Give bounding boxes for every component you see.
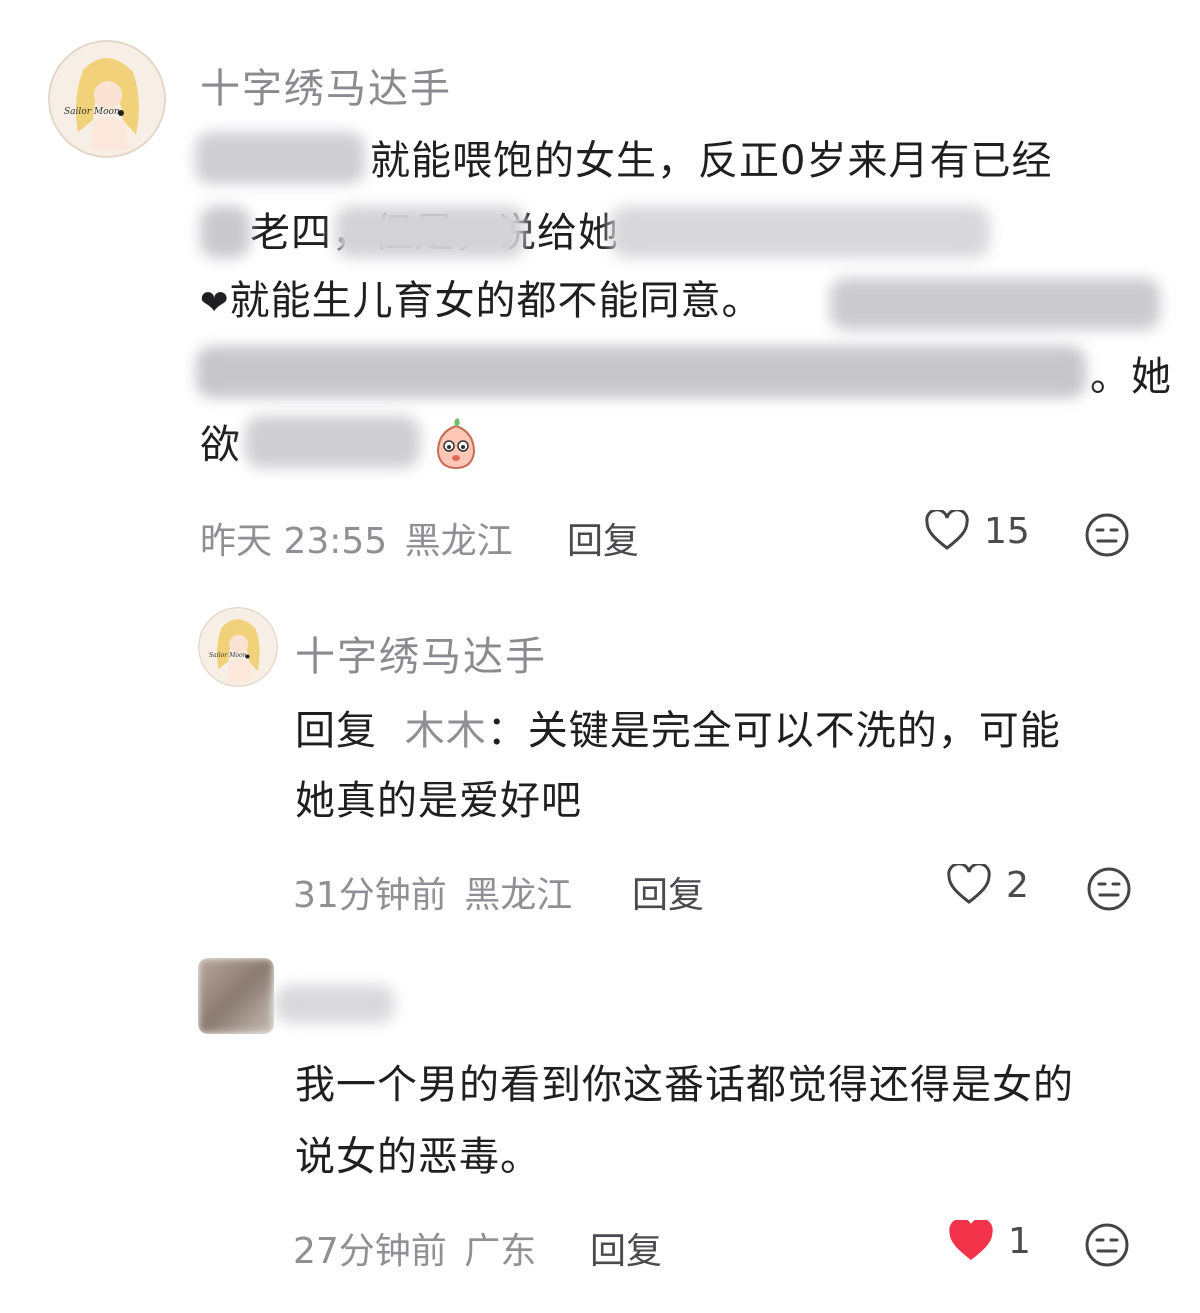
comment-meta: 27分钟前 广东 bbox=[293, 1222, 536, 1274]
reply-button[interactable]: 回复 bbox=[590, 1222, 662, 1274]
blurred-region bbox=[245, 416, 420, 468]
comment-text-line: 我一个男的看到你这番话都觉得还得是女的 bbox=[295, 1062, 1074, 1108]
like-button[interactable]: 1 bbox=[948, 1220, 1031, 1262]
comment-meta: 昨天 23:55 黑龙江 bbox=[200, 512, 513, 564]
location: 黑龙江 bbox=[464, 875, 573, 916]
comment-text-line: 回复 木木：关键是完全可以不洗的，可能 bbox=[295, 708, 1061, 754]
blurred-region bbox=[195, 132, 365, 184]
neutral-face-icon bbox=[1087, 867, 1131, 911]
blurred-region bbox=[196, 346, 1086, 398]
timestamp: 31分钟前 bbox=[293, 875, 447, 916]
comment-text-line: ❤就能生儿育女的都不能同意。 bbox=[200, 278, 763, 324]
emoji-reaction-button[interactable] bbox=[1084, 1222, 1130, 1272]
like-count: 15 bbox=[984, 510, 1030, 552]
neutral-face-icon bbox=[1085, 1223, 1129, 1267]
reply-button[interactable]: 回复 bbox=[567, 512, 639, 564]
blurred-region bbox=[200, 206, 250, 258]
peach-sticker-icon bbox=[428, 418, 484, 478]
heart-outline-icon bbox=[925, 510, 969, 550]
like-count: 1 bbox=[1008, 1220, 1031, 1262]
blurred-region bbox=[335, 206, 525, 258]
comment-text-line: 欲 bbox=[200, 422, 241, 468]
username[interactable]: 十字绣马达手 bbox=[200, 56, 452, 114]
comment-text-line: 她真的是爱好吧 bbox=[295, 778, 582, 824]
timestamp: 27分钟前 bbox=[293, 1231, 447, 1272]
blurred-username bbox=[275, 985, 395, 1023]
svg-text:Sailor Moon: Sailor Moon bbox=[64, 107, 120, 117]
svg-text:Sailor Moon: Sailor Moon bbox=[209, 652, 247, 659]
like-button[interactable]: 2 bbox=[946, 864, 1029, 906]
comment-text-line: 就能喂饱的女生，反正0岁来月有已经 bbox=[370, 138, 1053, 184]
reply-prefix: 回复 bbox=[295, 708, 377, 754]
comment-meta: 31分钟前 黑龙江 bbox=[293, 866, 572, 918]
emoji-reaction-button[interactable] bbox=[1084, 512, 1130, 562]
location: 广东 bbox=[464, 1231, 537, 1272]
avatar[interactable]: Sailor Moon bbox=[48, 40, 166, 158]
avatar[interactable] bbox=[198, 958, 274, 1034]
timestamp: 昨天 23:55 bbox=[200, 521, 388, 562]
avatar[interactable]: Sailor Moon bbox=[198, 607, 278, 687]
like-count: 2 bbox=[1006, 864, 1029, 906]
comment-text-line: 。她 bbox=[1090, 354, 1172, 400]
reply-to-user[interactable]: 木木 bbox=[405, 708, 487, 754]
comment-text-line: 说女的恶毒。 bbox=[295, 1134, 541, 1180]
emoji-reaction-button[interactable] bbox=[1086, 866, 1132, 916]
heart-emoji-icon: ❤ bbox=[200, 283, 230, 323]
username[interactable]: 十字绣马达手 bbox=[295, 624, 547, 682]
blurred-region bbox=[610, 206, 990, 258]
heart-filled-icon bbox=[949, 1220, 993, 1260]
location: 黑龙江 bbox=[404, 521, 513, 562]
like-button[interactable]: 15 bbox=[924, 510, 1030, 552]
neutral-face-icon bbox=[1085, 513, 1129, 557]
blurred-region bbox=[830, 278, 1160, 330]
reply-button[interactable]: 回复 bbox=[632, 866, 704, 918]
heart-outline-icon bbox=[947, 864, 991, 904]
